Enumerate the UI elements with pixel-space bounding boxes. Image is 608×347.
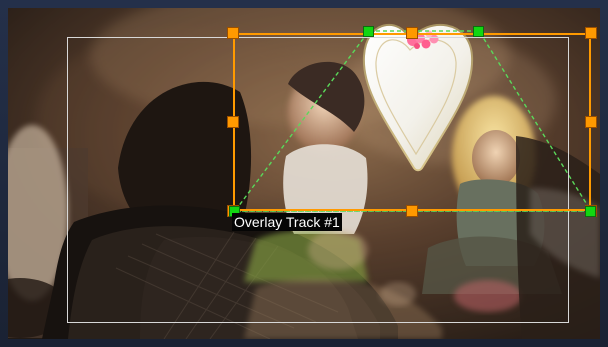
middle-left-resize-handle[interactable]	[227, 116, 239, 128]
preview-canvas[interactable]: Overlay Track #1	[8, 8, 600, 339]
middle-right-resize-handle[interactable]	[585, 116, 597, 128]
perspective-bottom-right-handle[interactable]	[585, 206, 596, 217]
top-left-resize-handle[interactable]	[227, 27, 239, 39]
top-right-resize-handle[interactable]	[585, 27, 597, 39]
video-editor-preview-window: Overlay Track #1	[0, 0, 608, 347]
perspective-top-right-handle[interactable]	[473, 26, 484, 37]
top-center-resize-handle[interactable]	[406, 27, 418, 39]
overlay-track-label: Overlay Track #1	[232, 213, 342, 231]
overlay-selection-box[interactable]	[233, 33, 591, 211]
perspective-top-left-handle[interactable]	[363, 26, 374, 37]
bottom-center-resize-handle[interactable]	[406, 205, 418, 217]
